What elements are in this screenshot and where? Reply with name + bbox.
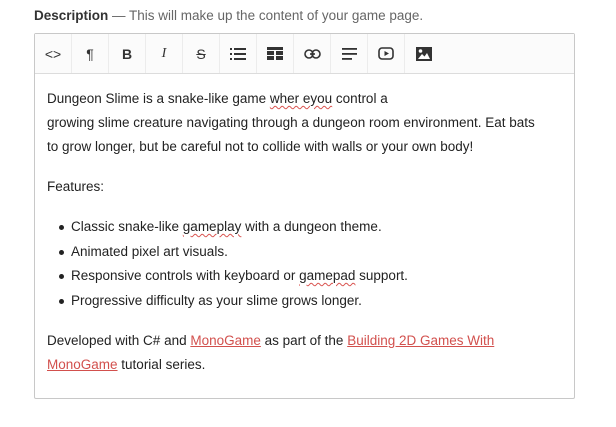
italic-button[interactable]: I — [146, 34, 183, 73]
intro-line-3: to grow longer, but be careful not to co… — [47, 139, 474, 154]
list-item: Classic snake-like gameplay with a dunge… — [59, 215, 562, 240]
building-2d-games-link-cont[interactable]: MonoGame — [47, 357, 118, 372]
list-item: Animated pixel art visuals. — [59, 240, 562, 265]
features-heading: Features: — [47, 179, 105, 194]
credits-paragraph: Developed with C# and MonoGame as part o… — [47, 333, 495, 372]
insert-image-button[interactable] — [405, 34, 442, 73]
link-button[interactable] — [294, 34, 331, 73]
monogame-link[interactable]: MonoGame — [190, 333, 261, 348]
link-icon — [303, 48, 321, 59]
table-button[interactable] — [257, 34, 294, 73]
editor-content[interactable]: Dungeon Slime is a snake-like game wher … — [35, 74, 574, 387]
align-left-icon — [341, 47, 357, 60]
html-source-button[interactable]: <> — [35, 34, 72, 73]
italic-icon: I — [161, 45, 167, 61]
intro-line-1: Dungeon Slime is a snake-like game wher … — [47, 91, 388, 106]
list-item: Progressive difficulty as your slime gro… — [59, 289, 562, 314]
description-field-label: Description — This will make up the cont… — [34, 8, 423, 23]
embed-video-button[interactable] — [368, 34, 405, 73]
rich-text-editor[interactable]: <> ¶ B I S Dungeon Slime is a snake-like… — [34, 33, 575, 399]
bullet-list-icon — [230, 47, 246, 60]
editor-toolbar: <> ¶ B I S — [35, 34, 574, 74]
image-icon — [415, 46, 432, 61]
strikethrough-button[interactable]: S — [183, 34, 220, 73]
features-list: Classic snake-like gameplay with a dunge… — [47, 215, 562, 313]
strikethrough-icon: S — [196, 45, 206, 62]
paragraph-button[interactable]: ¶ — [72, 34, 109, 73]
building-2d-games-link[interactable]: Building 2D Games With — [347, 333, 494, 348]
intro-line-2: growing slime creature navigating throug… — [47, 115, 535, 130]
paragraph-icon: ¶ — [86, 45, 94, 62]
misspelled-word: gameplay — [182, 219, 242, 234]
align-button[interactable] — [331, 34, 368, 73]
bold-icon: B — [121, 45, 133, 62]
list-item: Responsive controls with keyboard or gam… — [59, 264, 562, 289]
misspelled-word: wher eyou — [269, 91, 333, 106]
description-label: Description — [34, 8, 109, 23]
code-icon: <> — [44, 45, 62, 62]
misspelled-word: gamepad — [299, 268, 356, 283]
table-icon — [267, 47, 283, 60]
bullet-list-button[interactable] — [220, 34, 257, 73]
video-icon — [378, 47, 394, 60]
bold-button[interactable]: B — [109, 34, 146, 73]
description-hint: — This will make up the content of your … — [108, 8, 424, 23]
